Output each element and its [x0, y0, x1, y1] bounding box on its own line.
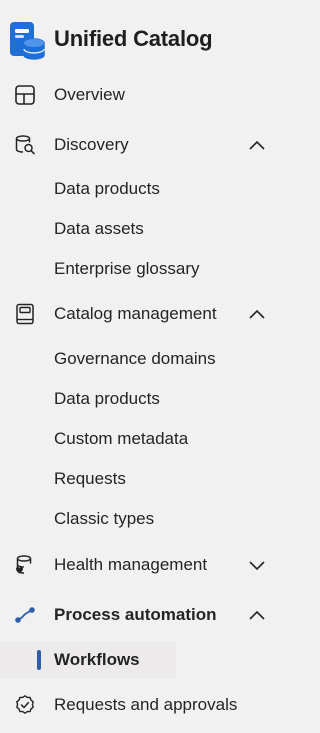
nav-group-label: Discovery: [54, 135, 129, 154]
nav-subitem-label: Workflows: [54, 650, 140, 669]
selected-indicator: [37, 650, 41, 670]
flow-icon: [15, 607, 35, 623]
nav-subitem-data-products[interactable]: Data products: [0, 170, 176, 208]
navigation-sidebar: Unified Catalog Overview Discovery Data …: [0, 0, 291, 733]
chevron-up-icon[interactable]: [248, 306, 266, 322]
chevron-up-icon[interactable]: [248, 607, 266, 623]
nav-group-discovery[interactable]: Discovery: [0, 125, 291, 165]
nav-subitem-enterprise-glossary[interactable]: Enterprise glossary: [0, 250, 200, 288]
nav-subitem-label: Governance domains: [54, 349, 216, 368]
nav-group-label: Catalog management: [54, 304, 217, 323]
badge-check-icon: [16, 695, 34, 714]
nav-subitem-label: Requests: [54, 469, 126, 488]
nav-subitem-label: Enterprise glossary: [54, 259, 200, 278]
nav-item-label: Requests and approvals: [54, 695, 238, 714]
nav-subitem-classic-types[interactable]: Classic types: [0, 500, 176, 538]
nav-subitem-governance-domains[interactable]: Governance domains: [0, 340, 216, 378]
database-search-icon: [15, 135, 35, 155]
nav-subitem-data-assets[interactable]: Data assets: [0, 210, 176, 248]
nav-subitem-label: Custom metadata: [54, 429, 189, 448]
nav-group-process-automation[interactable]: Process automation: [0, 595, 291, 635]
nav-subitem-label: Data products: [54, 179, 160, 198]
nav-item-label: Overview: [54, 85, 125, 104]
nav-group-catalog-management[interactable]: Catalog management: [0, 294, 291, 334]
nav-subitem-label: Data assets: [54, 219, 144, 238]
chevron-up-icon[interactable]: [248, 137, 266, 153]
nav-group-label: Health management: [54, 555, 208, 574]
nav-group-health-management[interactable]: Health management: [0, 545, 291, 585]
table-grid-icon: [15, 85, 35, 105]
nav-subitem-workflows[interactable]: Workflows: [0, 641, 176, 679]
nav-subitem-label: Data products: [54, 389, 160, 408]
nav-subitem-data-products[interactable]: Data products: [0, 380, 176, 418]
nav-subitem-requests[interactable]: Requests: [0, 460, 176, 498]
nav-subitem-custom-metadata[interactable]: Custom metadata: [0, 420, 188, 458]
nav-subitem-label: Classic types: [54, 509, 155, 528]
nav-item-overview[interactable]: Overview: [0, 75, 291, 115]
book-icon: [16, 303, 34, 325]
chevron-down-icon[interactable]: [248, 557, 266, 573]
nav-item-requests-and-approvals[interactable]: Requests and approvals: [0, 685, 291, 725]
unified-catalog-logo-icon: [10, 22, 45, 60]
database-heart-icon: [16, 555, 32, 574]
app-title: Unified Catalog: [54, 26, 213, 51]
nav-group-label: Process automation: [54, 605, 217, 624]
app-header: Unified Catalog: [0, 18, 291, 64]
